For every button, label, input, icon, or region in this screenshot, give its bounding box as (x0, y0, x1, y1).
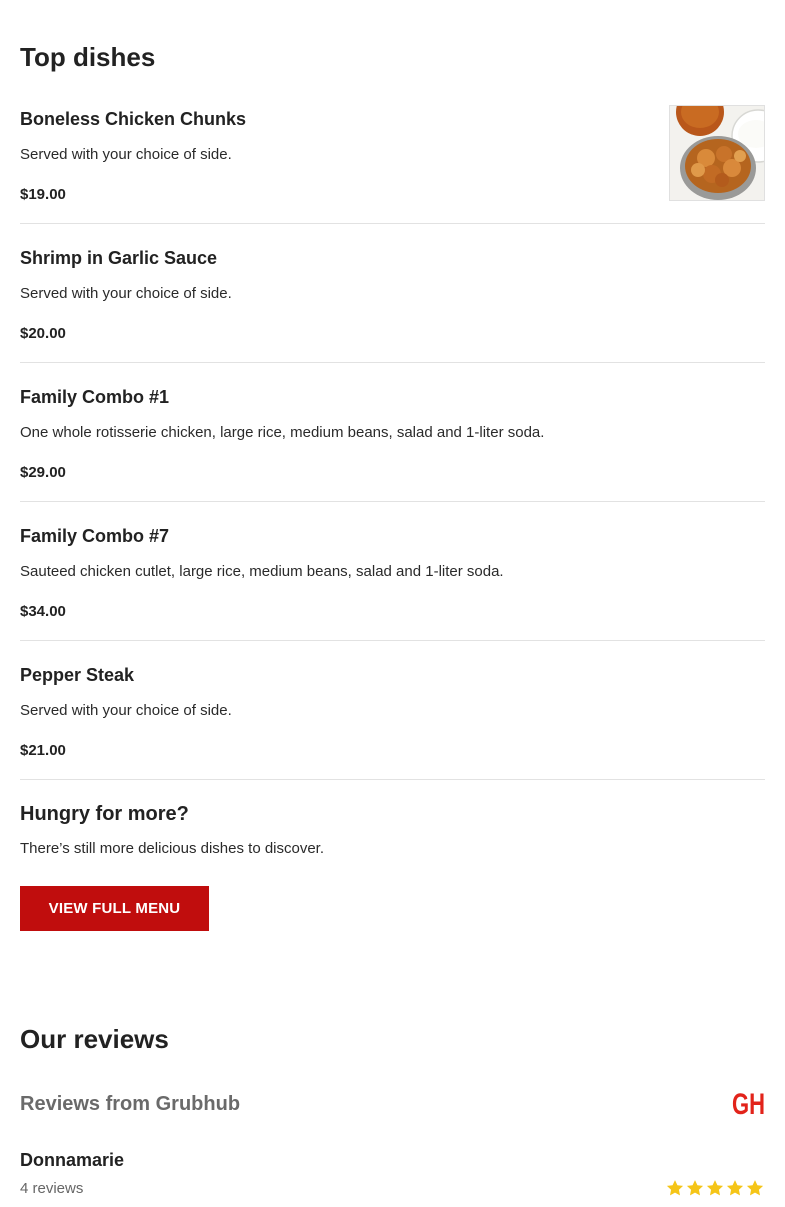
dish-description: Served with your choice of side. (20, 702, 232, 719)
dish-price: $34.00 (20, 603, 66, 620)
star-icon (726, 1180, 744, 1196)
dish-name[interactable]: Boneless Chicken Chunks (20, 109, 246, 130)
dish-description: Served with your choice of side. (20, 146, 232, 163)
dish-item[interactable]: Boneless Chicken Chunks Served with your… (20, 105, 765, 224)
reviewer-review-count: 4 reviews (20, 1180, 84, 1197)
dish-image[interactable] (669, 105, 765, 201)
dish-description: Served with your choice of side. (20, 285, 232, 302)
star-icon (746, 1180, 764, 1196)
dish-description: Sauteed chicken cutlet, large rice, medi… (20, 563, 504, 580)
dish-price: $29.00 (20, 464, 66, 481)
grubhub-logo-text: GH (732, 1088, 765, 1117)
dish-item[interactable]: Shrimp in Garlic Sauce Served with your … (20, 248, 765, 363)
dish-description: One whole rotisserie chicken, large rice… (20, 424, 545, 441)
dish-name[interactable]: Shrimp in Garlic Sauce (20, 248, 217, 269)
hungry-for-more-description: There’s still more delicious dishes to d… (20, 840, 325, 857)
dish-price: $20.00 (20, 325, 66, 342)
our-reviews-title: Our reviews (20, 1024, 169, 1054)
dish-name[interactable]: Family Combo #1 (20, 387, 169, 408)
top-dishes-title: Top dishes (20, 42, 156, 72)
reviewer-name: Donnamarie (20, 1150, 125, 1170)
dish-item[interactable]: Family Combo #1 One whole rotisserie chi… (20, 387, 765, 502)
dish-price: $21.00 (20, 742, 66, 759)
grubhub-logo: GH (732, 1088, 765, 1117)
dish-item[interactable]: Pepper Steak Served with your choice of … (20, 665, 765, 780)
star-icon (666, 1180, 684, 1196)
view-full-menu-button[interactable]: VIEW FULL MENU (20, 886, 209, 931)
star-rating (665, 1178, 765, 1198)
dish-item[interactable]: Family Combo #7 Sauteed chicken cutlet, … (20, 526, 765, 641)
dish-name[interactable]: Pepper Steak (20, 665, 134, 686)
dish-price: $19.00 (20, 186, 66, 203)
hungry-for-more-title: Hungry for more? (20, 803, 189, 825)
chicken-dish-image (670, 106, 764, 200)
reviews-source-label: Reviews from Grubhub (20, 1093, 241, 1115)
star-icon (686, 1180, 704, 1196)
dish-name[interactable]: Family Combo #7 (20, 526, 169, 547)
star-icon (706, 1180, 724, 1196)
